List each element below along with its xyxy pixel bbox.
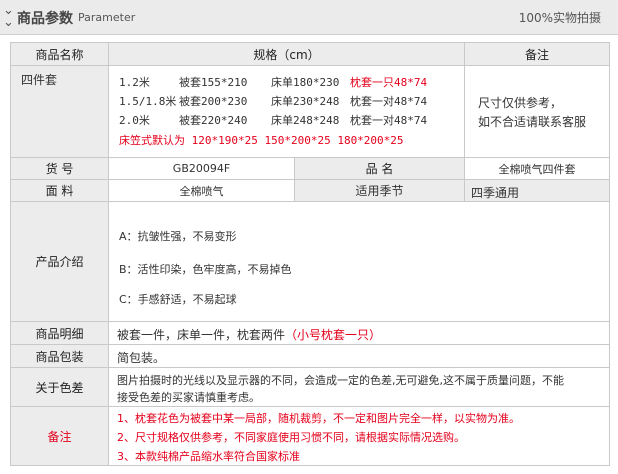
spec-size: 1.5/1.8米 — [119, 95, 177, 108]
section-title: 商品参数 — [17, 11, 73, 27]
detail-text: 被套一件，床单一件，枕套两件（小号枕套一只） — [117, 326, 381, 343]
spec-quilt: 被套200*230 — [179, 95, 248, 108]
intro-item: A：抗皱性强，不易变形 — [119, 230, 237, 243]
intro-label: 产品介绍 — [10, 201, 109, 322]
col-header-name: 商品名称 — [10, 42, 109, 66]
season-value-cell: 四季通用 — [464, 179, 610, 202]
fabric-label: 面 料 — [10, 179, 109, 202]
packaging-cell: 简包装。 — [108, 344, 610, 368]
spec-pillow: 枕套一对48*74 — [350, 95, 428, 108]
color-diff-line-1: 图片拍摄时的光线以及显示器的不同，会造成一定的色差,无可避免,这不属于质量问题，… — [117, 374, 564, 387]
packaging-value: 简包装。 — [117, 351, 166, 365]
product-name-value: 全棉喷气四件套 — [464, 157, 610, 180]
double-chevron-down-icon: ⌄ ⌄ — [3, 3, 14, 30]
remark-cell: 1、枕套花色为被套中某一局部，随机裁剪，不一定和图片完全一样，以实物为准。 2、… — [108, 406, 610, 466]
spec-sheet: 床单230*248 — [271, 95, 340, 108]
detail-items: 被套一件，床单一件，枕套两件 — [117, 328, 286, 342]
remark-item: 3、本款纯棉产品缩水率符合国家标准 — [117, 450, 300, 463]
spec-pillow: 枕套一对48*74 — [350, 114, 428, 127]
col-header-note: 备注 — [464, 42, 610, 66]
set-note-line-1: 尺寸仅供参考， — [478, 96, 563, 110]
set-note-cell: 尺寸仅供参考， 如不合适请联系客服 — [464, 65, 610, 158]
fitted-sheet-sizes: 床笠式默认为 120*190*25 150*200*25 180*200*25 — [119, 134, 404, 147]
remark-item: 1、枕套花色为被套中某一局部，随机裁剪，不一定和图片完全一样，以实物为准。 — [117, 412, 520, 425]
product-name-label: 品 名 — [294, 157, 465, 180]
intro-item: B：活性印染，色牢度高，不易掉色 — [119, 263, 292, 276]
spec-row-3: 2.0米 被套220*240 床单248*248 枕套一对48*74 — [119, 112, 427, 128]
spec-sheet: 床单248*248 — [271, 114, 340, 127]
season-label: 适用季节 — [294, 179, 465, 202]
remark-label: 备注 — [10, 406, 109, 466]
intro-cell: A：抗皱性强，不易变形 B：活性印染，色牢度高，不易掉色 C：手感舒适，不易起球 — [108, 201, 610, 322]
remark-item: 2、尺寸规格仅供参考，不同家庭使用习惯不同，请根据实际情况选购。 — [117, 431, 465, 444]
packaging-label: 商品包装 — [10, 344, 109, 368]
intro-item: C：手感舒适，不易起球 — [119, 293, 237, 306]
detail-label: 商品明细 — [10, 321, 109, 345]
color-diff-line-2: 接受色差的买家请慎重考虑。 — [117, 391, 260, 404]
spec-quilt: 被套155*210 — [179, 76, 248, 89]
fabric-value: 全棉喷气 — [108, 179, 295, 202]
detail-cell: 被套一件，床单一件，枕套两件（小号枕套一只） — [108, 321, 610, 345]
color-diff-cell: 图片拍摄时的光线以及显示器的不同，会造成一定的色差,无可避免,这不属于质量问题，… — [108, 367, 610, 407]
item-no-label: 货 号 — [10, 157, 109, 180]
col-header-spec: 规格（cm） — [108, 42, 465, 66]
color-diff-label: 关于色差 — [10, 367, 109, 407]
spec-row-2: 1.5/1.8米 被套200*230 床单230*248 枕套一对48*74 — [119, 93, 427, 109]
spec-size: 2.0米 — [119, 114, 150, 127]
spec-quilt: 被套220*240 — [179, 114, 248, 127]
spec-size: 1.2米 — [119, 76, 150, 89]
detail-note: （小号枕套一只） — [285, 328, 382, 342]
spec-pillow: 枕套一只48*74 — [350, 76, 428, 89]
season-value: 四季通用 — [471, 186, 520, 200]
set-note-line-2: 如不合适请联系客服 — [478, 115, 587, 129]
set-label: 四件套 — [21, 73, 58, 87]
spec-cell: 1.2米 被套155*210 床单180*230 枕套一只48*74 1.5/1.8米… — [108, 65, 465, 158]
real-photo-note: 100%实物拍摄 — [518, 11, 601, 25]
section-subtitle: Parameter — [78, 11, 136, 24]
spec-row-1: 1.2米 被套155*210 床单180*230 枕套一只48*74 — [119, 74, 427, 90]
set-label-cell: 四件套 — [10, 65, 109, 158]
section-header: ⌄ ⌄ 商品参数 Parameter 100%实物拍摄 — [0, 0, 618, 35]
item-no-value: GB20094F — [108, 157, 295, 180]
spec-sheet: 床单180*230 — [271, 76, 340, 89]
